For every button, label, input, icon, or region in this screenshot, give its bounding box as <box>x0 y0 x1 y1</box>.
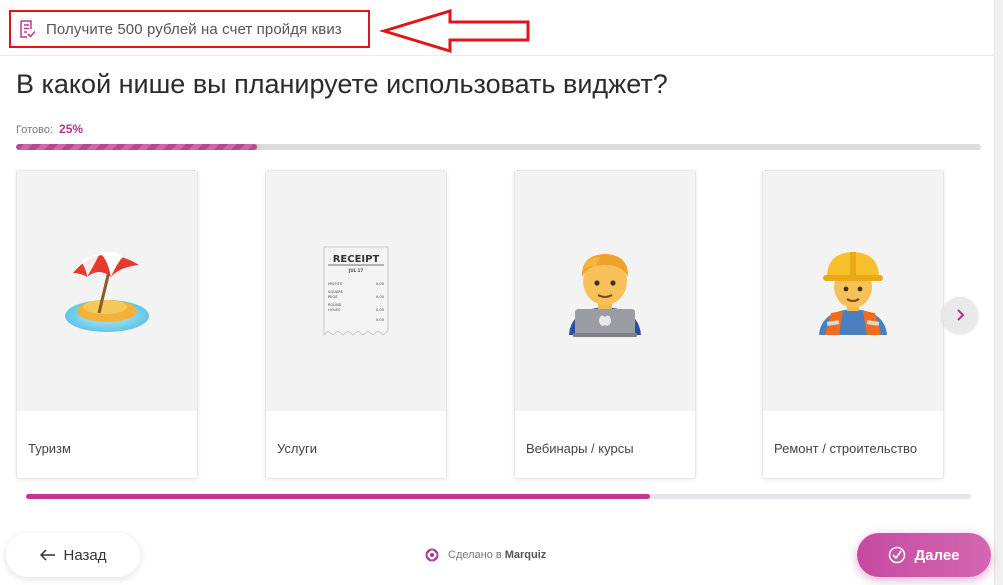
receipt-date: JUL 17 <box>348 268 363 273</box>
receipt-line-value: 0.00 <box>376 318 385 322</box>
receipt-line-name: HOLES <box>328 308 341 312</box>
receipt-line-name: SQUARE <box>328 290 344 294</box>
option-label: Туризм <box>28 441 71 456</box>
progress-caption: Готово: <box>16 124 54 136</box>
receipt-line-name: PEGS <box>328 295 338 299</box>
option-card-construction[interactable]: Ремонт / строительство <box>762 170 944 479</box>
next-button-label: Далее <box>914 546 960 564</box>
option-label: Услуги <box>277 441 317 456</box>
top-banner: Получите 500 рублей на счет пройдя квиз <box>0 0 1003 56</box>
credit-prefix: Сделано в <box>448 549 502 561</box>
carousel-next-button[interactable] <box>942 297 978 333</box>
check-circle-icon <box>888 546 906 564</box>
carousel-scrollbar[interactable] <box>26 494 971 499</box>
option-card-services[interactable]: RECEIPT JUL 17 MISFITS 0.00 SQUARE PEGS … <box>265 170 447 479</box>
back-button-label: Назад <box>63 546 107 564</box>
man-technologist-icon <box>569 254 641 337</box>
option-label: Ремонт / строительство <box>774 441 918 456</box>
progress-label: Готово: 25% <box>16 122 83 136</box>
receipt-line-value: 0.00 <box>376 308 385 312</box>
checklist-icon <box>20 20 36 38</box>
page-scrollbar[interactable] <box>994 0 1003 585</box>
receipt-title: RECEIPT <box>333 254 380 265</box>
left-arrow-annotation <box>380 9 530 53</box>
option-image <box>515 171 695 411</box>
progress-percent: 25% <box>59 122 84 136</box>
carousel-scrollbar-thumb[interactable] <box>26 494 650 499</box>
promo-text: Получите 500 рублей на счет пройдя квиз <box>46 20 342 38</box>
beach-umbrella-icon <box>65 251 149 332</box>
construction-worker-icon <box>819 252 887 335</box>
option-label: Вебинары / курсы <box>526 441 634 456</box>
option-image: RECEIPT JUL 17 MISFITS 0.00 SQUARE PEGS … <box>266 171 446 411</box>
back-button[interactable]: Назад <box>6 533 140 577</box>
arrow-left-icon <box>39 549 56 561</box>
receipt-icon: RECEIPT JUL 17 MISFITS 0.00 SQUARE PEGS … <box>323 246 389 337</box>
progress-bar-fill <box>16 144 258 150</box>
made-with-credit[interactable]: Сделано в Marquiz <box>425 548 546 562</box>
option-card-tourism[interactable]: Туризм <box>16 170 198 479</box>
question-title: В какой нише вы планируете использовать … <box>16 69 668 99</box>
option-image <box>17 171 197 411</box>
credit-brand: Marquiz <box>504 549 547 561</box>
receipt-line-name: MISFITS <box>328 282 343 286</box>
progress-bar <box>16 144 981 150</box>
option-image <box>763 171 943 411</box>
option-card-webinars[interactable]: Вебинары / курсы <box>514 170 696 479</box>
marquiz-logo-icon <box>425 548 439 562</box>
receipt-line-value: 0.00 <box>376 295 385 299</box>
promo-banner[interactable]: Получите 500 рублей на счет пройдя квиз <box>9 10 370 48</box>
receipt-line-name: ROUND <box>328 303 342 307</box>
chevron-right-icon <box>957 309 965 321</box>
receipt-line-value: 0.00 <box>376 282 385 286</box>
next-button[interactable]: Далее <box>857 533 991 577</box>
